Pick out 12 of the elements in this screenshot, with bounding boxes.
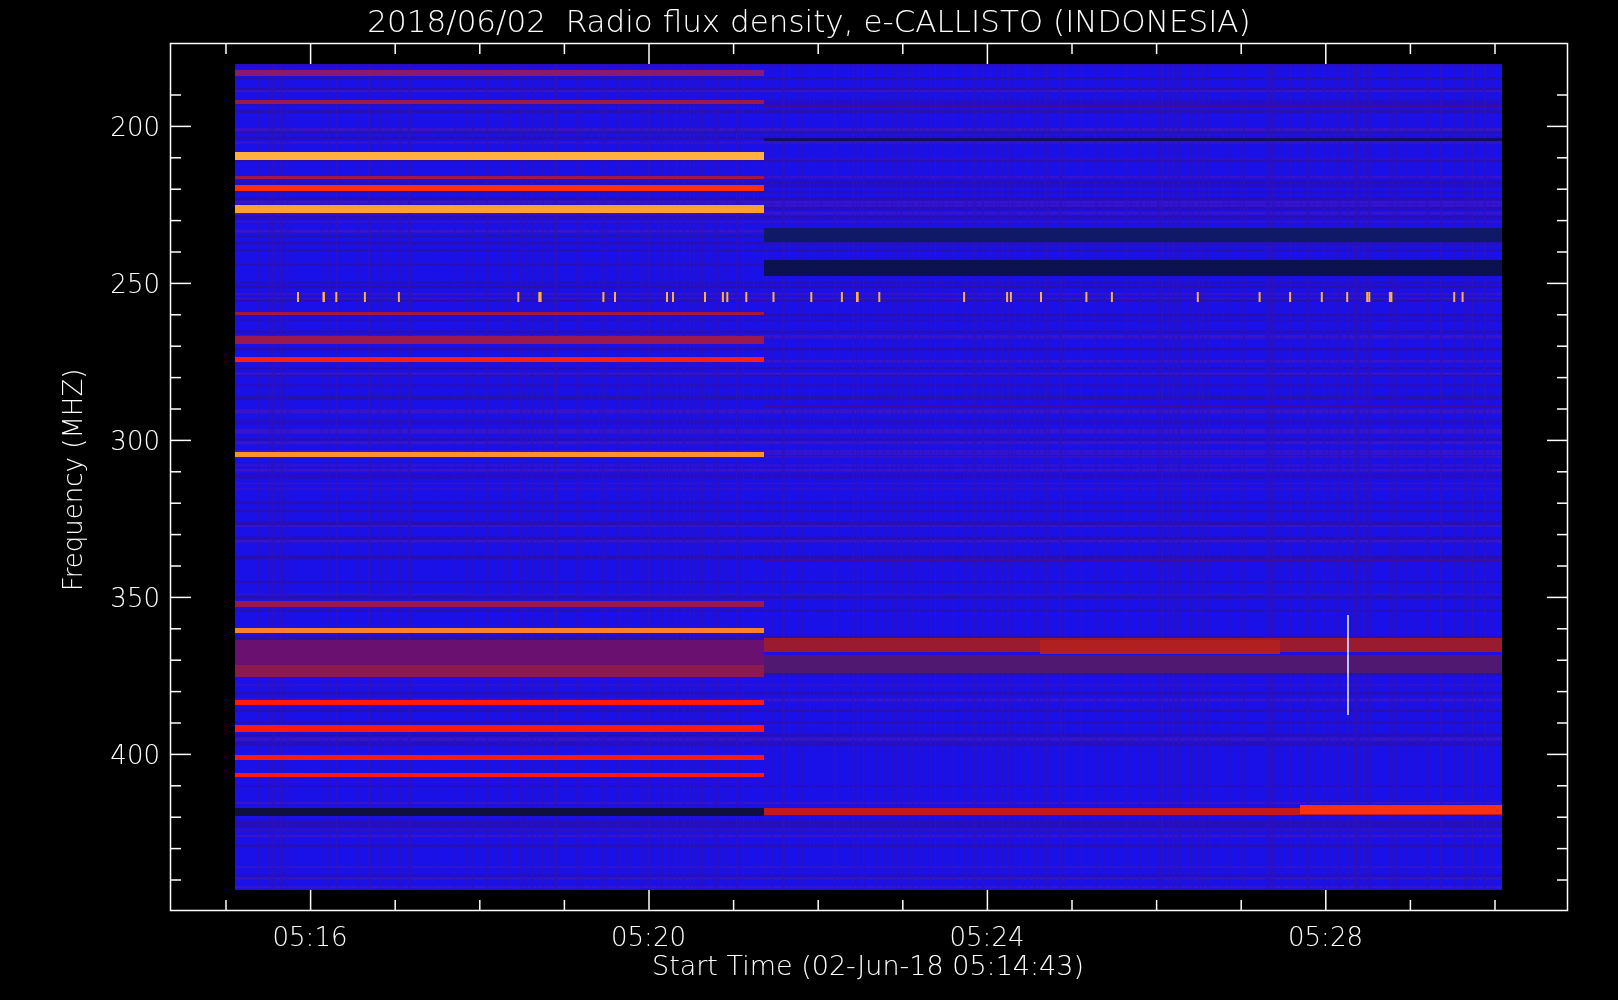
x-tick-label: 05:28 xyxy=(1288,922,1363,952)
y-tick-label: 250 xyxy=(110,269,160,299)
y-tick-label: 350 xyxy=(110,583,160,613)
x-tick-label: 05:24 xyxy=(949,922,1025,952)
y-tick-label: 200 xyxy=(110,112,160,142)
x-tick-label: 05:16 xyxy=(272,922,348,952)
y-axis-title: Frequency (MHZ) xyxy=(58,368,88,592)
y-tick-label: 300 xyxy=(110,426,160,456)
chart-title: 2018/06/02 Radio flux density, e-CALLISTO (INDONESIA) xyxy=(367,3,1251,39)
x-tick-label: 05:20 xyxy=(611,922,686,952)
y-tick-label: 400 xyxy=(110,740,160,770)
x-axis-title: Start Time (02-Jun-18 05:14:43) xyxy=(652,950,1084,981)
